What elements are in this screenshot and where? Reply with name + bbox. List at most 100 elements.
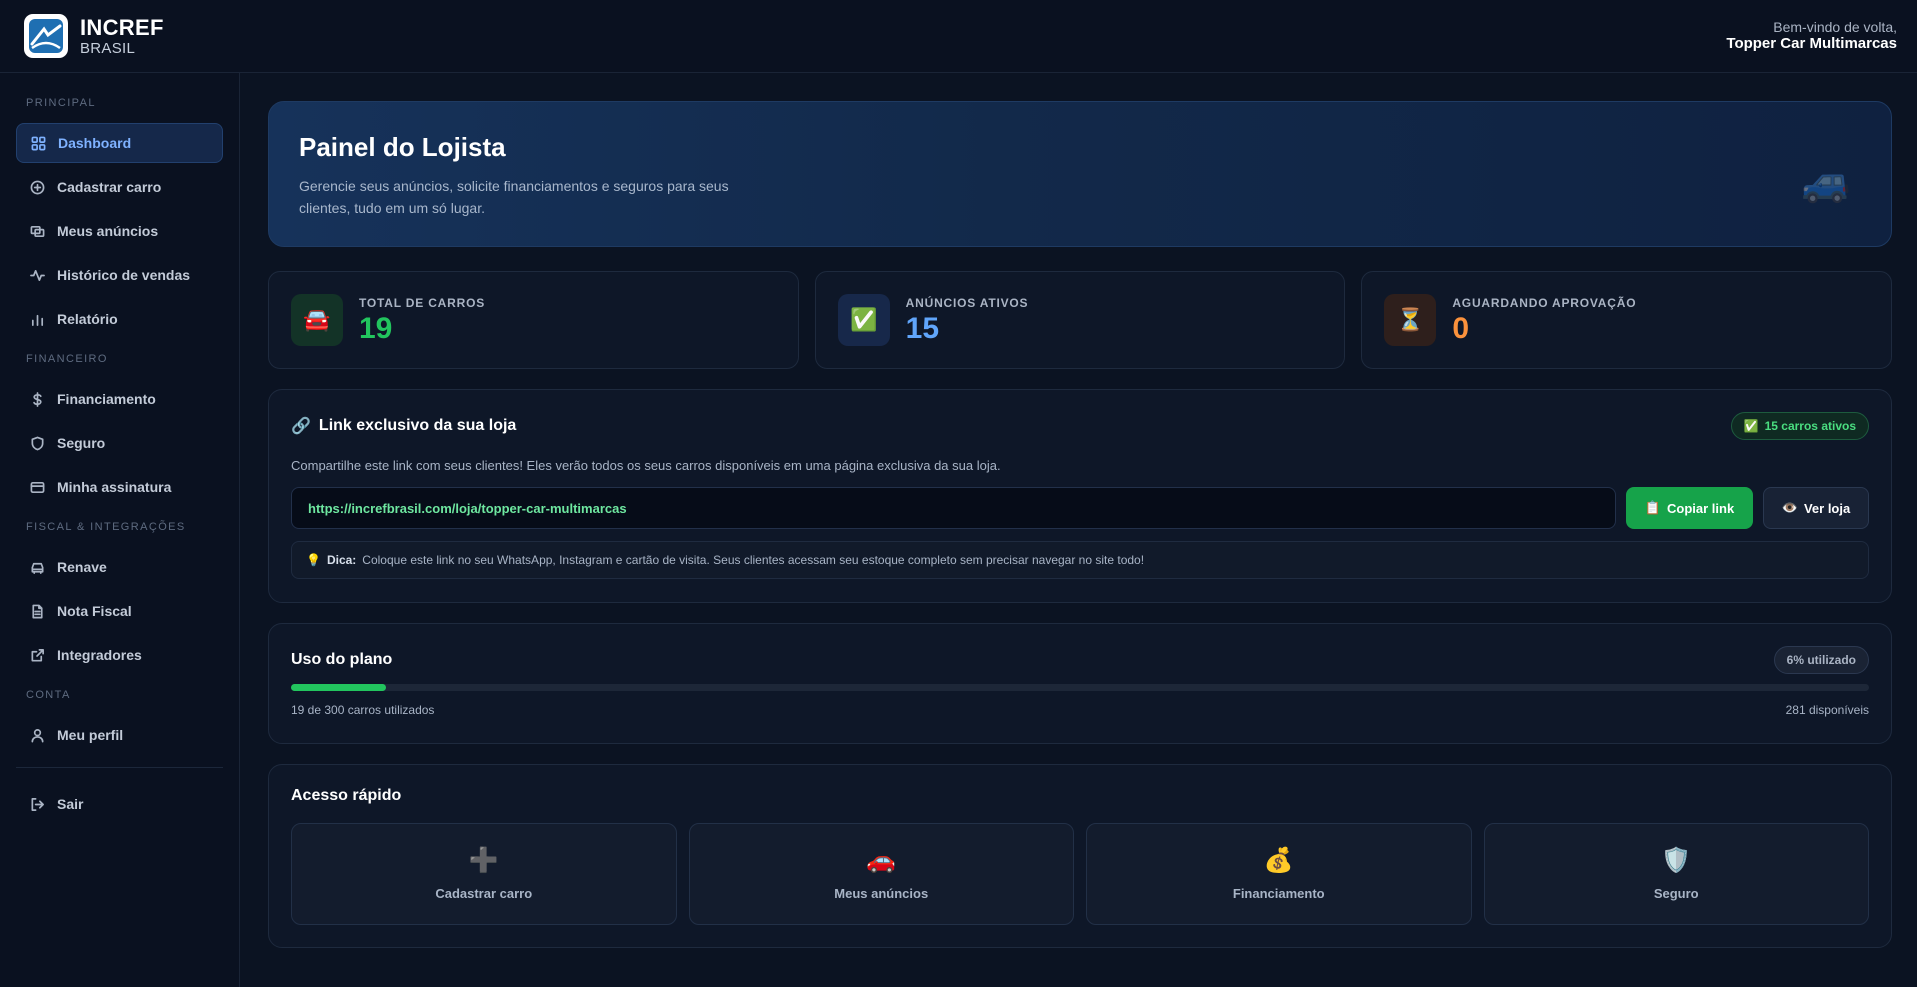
sidebar-item-meu-perfil[interactable]: Meu perfil <box>16 715 223 755</box>
plan-usage-card: Uso do plano 6% utilizado 19 de 300 carr… <box>268 623 1892 744</box>
hero-banner: Painel do Lojista Gerencie seus anúncios… <box>268 101 1892 247</box>
plus-circle-icon <box>30 180 45 194</box>
stat-aguardando-aprovacao: ⏳ AGUARDANDO APROVAÇÃO 0 <box>1361 271 1893 369</box>
grid-icon <box>31 136 46 150</box>
quick-meus-anuncios[interactable]: 🚗 Meus anúncios <box>688 823 1074 925</box>
store-link-input[interactable] <box>291 487 1616 529</box>
user-icon <box>31 728 44 742</box>
copy-link-label: Copiar link <box>1667 500 1735 516</box>
eye-icon: 👁️ <box>1781 500 1798 515</box>
lightbulb-icon: 💡 <box>306 553 321 567</box>
view-store-button[interactable]: 👁️ Ver loja <box>1763 487 1869 529</box>
tip-text: Coloque este link no seu WhatsApp, Insta… <box>362 553 1145 567</box>
sidebar-item-label: Meus anúncios <box>57 223 159 239</box>
sidebar-item-label: Cadastrar carro <box>57 179 162 195</box>
nav-section-fiscal: FISCAL & INTEGRAÇÕES <box>26 521 186 533</box>
dollar-icon <box>33 391 42 407</box>
store-link-card: 🔗 Link exclusivo da sua loja ✅ 15 carros… <box>268 389 1892 603</box>
sidebar-item-financiamento[interactable]: Financiamento <box>16 379 223 419</box>
store-link-title-text: Link exclusivo da sua loja <box>318 417 517 434</box>
car-icon: 🚗 <box>866 846 897 874</box>
nav-section-principal: PRINCIPAL <box>26 97 96 109</box>
sidebar-item-label: Sair <box>57 796 84 812</box>
plan-usage-title: Uso do plano <box>291 651 393 668</box>
top-bar: INCREF BRASIL Bem-vindo de volta, Topper… <box>0 0 1917 73</box>
sidebar-item-historico-vendas[interactable]: Histórico de vendas <box>16 255 223 295</box>
hourglass-icon: ⏳ <box>1384 294 1437 346</box>
car-icon: 🚘 <box>291 294 343 346</box>
sidebar-item-meus-anuncios[interactable]: Meus anúncios <box>16 211 223 251</box>
bar-chart-icon <box>31 314 44 326</box>
brand[interactable]: INCREF BRASIL <box>24 14 164 58</box>
view-store-label: Ver loja <box>1803 500 1851 516</box>
plan-progress-fill <box>291 684 386 691</box>
sidebar-item-cadastrar-carro[interactable]: Cadastrar carro <box>16 167 223 207</box>
sidebar-item-label: Seguro <box>57 435 106 451</box>
plus-icon: ➕ <box>468 846 499 874</box>
activity-icon <box>30 269 45 281</box>
stat-total-carros: 🚘 TOTAL DE CARROS 19 <box>268 271 799 369</box>
stat-label: AGUARDANDO APROVAÇÃO <box>1452 296 1637 310</box>
quick-seguro[interactable]: 🛡️ Seguro <box>1483 823 1869 925</box>
car-icon <box>31 562 44 574</box>
sidebar-item-nota-fiscal[interactable]: Nota Fiscal <box>16 591 223 631</box>
plan-usage-badge: 6% utilizado <box>1773 646 1869 674</box>
sidebar-item-renave[interactable]: Renave <box>16 547 223 587</box>
copy-link-button[interactable]: 📋 Copiar link <box>1626 487 1753 529</box>
sidebar-item-relatorio[interactable]: Relatório <box>16 299 223 339</box>
sidebar-item-sair[interactable]: Sair <box>16 784 223 824</box>
check-icon: ✅ <box>837 294 890 346</box>
sidebar-item-label: Relatório <box>57 311 118 327</box>
sidebar-item-label: Nota Fiscal <box>57 603 132 619</box>
link-icon: 🔗 <box>291 418 311 435</box>
welcome-text: Bem-vindo de volta, <box>1773 18 1897 35</box>
sidebar-item-label: Meu perfil <box>57 727 124 743</box>
stat-value: 0 <box>1452 312 1470 345</box>
tip-box: 💡 Dica: Coloque este link no seu WhatsAp… <box>291 541 1869 579</box>
store-link-description: Compartilhe este link com seus clientes!… <box>291 458 1001 473</box>
listings-icon <box>30 225 45 237</box>
main-content: Painel do Lojista Gerencie seus anúncios… <box>268 101 1893 948</box>
sidebar-divider <box>16 767 223 768</box>
shield-icon: 🛡️ <box>1661 846 1692 874</box>
plan-available-text: 281 disponíveis <box>1785 703 1869 717</box>
sidebar-item-label: Histórico de vendas <box>57 267 191 283</box>
external-link-icon <box>31 648 44 661</box>
sidebar-item-label: Minha assinatura <box>57 479 172 495</box>
sidebar-item-minha-assinatura[interactable]: Minha assinatura <box>16 467 223 507</box>
stat-label: ANÚNCIOS ATIVOS <box>905 296 1029 310</box>
welcome-block: Bem-vindo de volta, Topper Car Multimarc… <box>1726 19 1897 54</box>
sidebar-item-label: Financiamento <box>57 391 156 407</box>
quick-access-card: Acesso rápido ➕ Cadastrar carro 🚗 Meus a… <box>268 764 1892 948</box>
car-icon: 🚙 <box>1801 160 1851 204</box>
brand-name: INCREF <box>80 14 164 40</box>
logout-icon <box>31 797 44 811</box>
stat-value: 19 <box>359 312 393 345</box>
sidebar-item-label: Integradores <box>57 647 142 663</box>
plan-progress-bar <box>291 684 1869 691</box>
sidebar-item-integradores[interactable]: Integradores <box>16 635 223 675</box>
brand-logo <box>24 14 68 58</box>
clipboard-icon: 📋 <box>1644 500 1661 515</box>
logo-icon <box>29 19 63 53</box>
stat-anuncios-ativos: ✅ ANÚNCIOS ATIVOS 15 <box>814 271 1346 369</box>
quick-financiamento[interactable]: 💰 Financiamento <box>1086 823 1472 925</box>
stats-row: 🚘 TOTAL DE CARROS 19 ✅ ANÚNCIOS ATIVOS 1… <box>268 271 1893 369</box>
nav-section-financeiro: FINANCEIRO <box>26 353 108 365</box>
user-name: Topper Car Multimarcas <box>1726 35 1897 53</box>
quick-cadastrar-carro[interactable]: ➕ Cadastrar carro <box>291 823 677 925</box>
quick-access-title: Acesso rápido <box>291 787 402 804</box>
quick-label: Seguro <box>1653 885 1699 901</box>
store-link-title: 🔗 Link exclusivo da sua loja <box>291 416 516 436</box>
document-icon <box>32 604 43 618</box>
active-cars-badge-text: 15 carros ativos <box>1764 419 1856 433</box>
money-bag-icon: 💰 <box>1263 846 1294 874</box>
sidebar-item-dashboard[interactable]: Dashboard <box>16 123 223 163</box>
quick-label: Financiamento <box>1232 885 1325 901</box>
sidebar-item-seguro[interactable]: Seguro <box>16 423 223 463</box>
check-icon: ✅ <box>1743 419 1759 433</box>
nav-section-conta: CONTA <box>26 689 71 701</box>
quick-label: Cadastrar carro <box>435 885 533 901</box>
sidebar-item-label: Renave <box>57 559 107 575</box>
active-cars-badge: ✅ 15 carros ativos <box>1730 412 1869 440</box>
